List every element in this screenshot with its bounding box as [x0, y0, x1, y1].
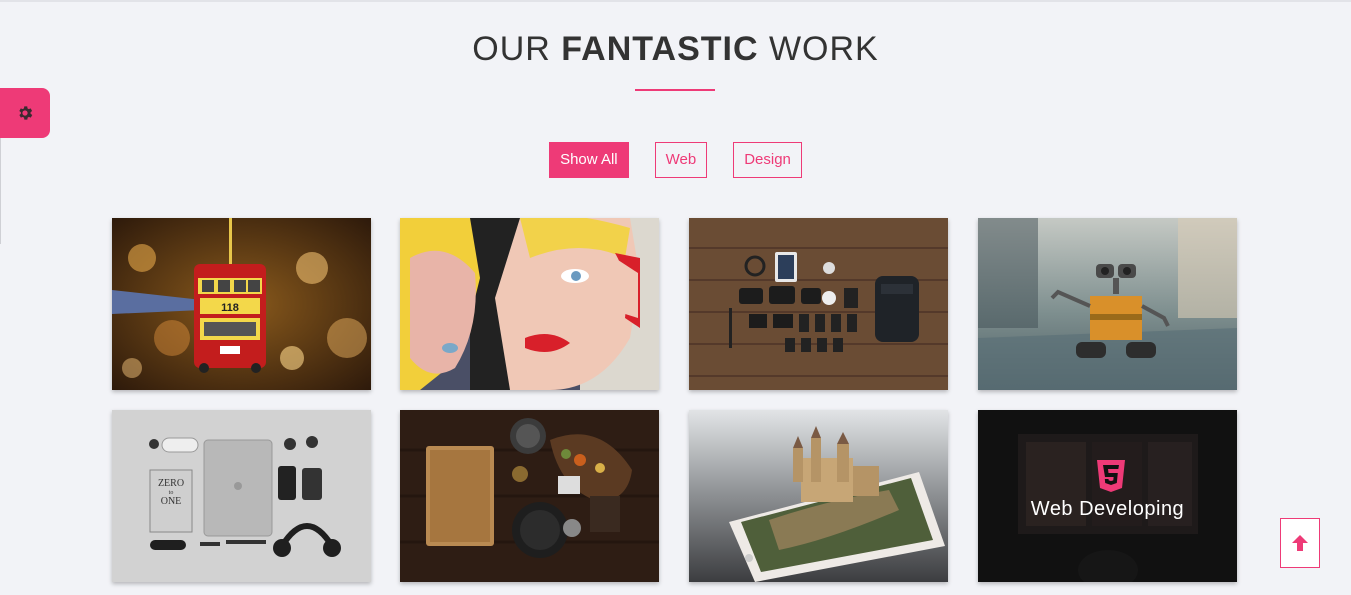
kitchen-table-photo [400, 410, 659, 582]
filter-show-all-button[interactable]: Show All [549, 142, 629, 178]
portfolio-item-web-developing[interactable]: Web Developing [978, 410, 1237, 582]
arrow-up-icon [1292, 535, 1308, 551]
svg-text:ONE: ONE [161, 496, 182, 507]
tile-caption: Web Developing [1030, 498, 1185, 520]
portfolio-item-camera-gear[interactable] [689, 218, 948, 390]
portfolio-item-phone-castle[interactable] [689, 410, 948, 582]
filter-web-button[interactable]: Web [654, 142, 708, 178]
title-underline [635, 89, 715, 91]
laptop-flatlay-photo: ZERO to ONE [112, 410, 371, 582]
phone-castle-photo [689, 410, 948, 582]
settings-toggle-button[interactable] [0, 88, 50, 138]
top-border [0, 0, 1351, 2]
section-title: OUR FANTASTIC WORK [0, 30, 1351, 69]
scroll-to-top-button[interactable] [1280, 518, 1320, 568]
bus-ornament-photo: 118 [112, 218, 371, 390]
css3-logo [1097, 460, 1125, 492]
portfolio-item-robot[interactable] [978, 218, 1237, 390]
walle-robot-photo [978, 218, 1237, 390]
camera-gear-flatlay-photo [689, 218, 948, 390]
portfolio-item-laptop[interactable]: ZERO to ONE [112, 410, 371, 582]
title-word-fantastic: FANTASTIC [561, 30, 759, 68]
filter-design-button[interactable]: Design [733, 142, 802, 178]
dark-paintings-photo [978, 410, 1237, 582]
portfolio-item-bus[interactable]: 118 [112, 218, 371, 390]
portfolio-item-pop-art[interactable] [400, 218, 659, 390]
svg-text:118: 118 [221, 302, 239, 314]
svg-text:ZERO: ZERO [158, 478, 184, 489]
gear-icon [19, 106, 33, 120]
portfolio-item-kitchen[interactable] [400, 410, 659, 582]
title-word-work: WORK [768, 30, 879, 68]
title-word-our: OUR [472, 30, 551, 68]
portfolio-filters: Show All Web Design [0, 142, 1351, 178]
pop-art-faces-photo [400, 218, 659, 390]
